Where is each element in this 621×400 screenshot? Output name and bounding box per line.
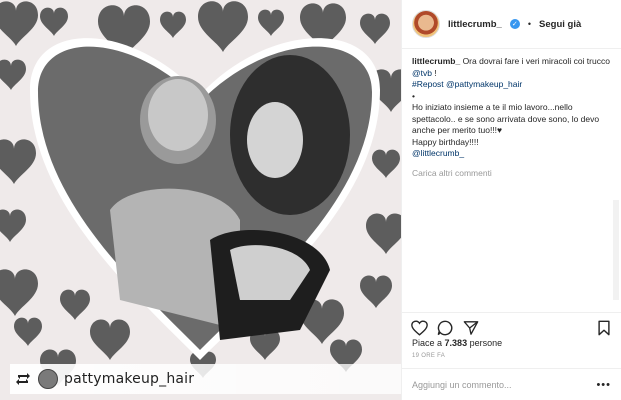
follow-button[interactable]: Segui già: [539, 19, 581, 30]
caption-birthday: Happy birthday!!!!: [412, 136, 479, 147]
share-icon[interactable]: [462, 319, 480, 337]
likes-prefix: Piace a: [412, 338, 443, 348]
caption-line1: Ora dovrai fare i veri miracoli coi truc…: [462, 56, 610, 66]
bookmark-icon[interactable]: [595, 319, 613, 337]
repost-credit: pattymakeup_hair: [10, 364, 401, 394]
comment-icon[interactable]: [436, 319, 454, 337]
more-options-icon[interactable]: •••: [596, 379, 611, 391]
caption-bullet: •: [412, 90, 415, 101]
verified-badge-icon: ✓: [509, 19, 520, 29]
credit-username: pattymakeup_hair: [64, 371, 195, 387]
repost-icon: [14, 370, 32, 388]
mention-tvb[interactable]: @tvb: [412, 68, 432, 78]
scrollbar[interactable]: [613, 200, 619, 300]
credit-avatar: [38, 369, 58, 389]
likes-count[interactable]: Piace a 7.383 persone: [412, 338, 502, 348]
repost-hashtag[interactable]: #Repost @pattymakeup_hair: [412, 79, 522, 89]
post-photo[interactable]: pattymakeup_hair: [0, 0, 401, 400]
post-side-panel: littlecrumb_ ✓ • Segui già littlecrumb_ …: [401, 0, 621, 400]
caption-line1-end: !: [434, 67, 437, 78]
likes-suffix: persone: [469, 338, 503, 348]
like-heart-icon[interactable]: [410, 319, 428, 337]
hearts-background: [0, 0, 401, 400]
comment-input[interactable]: [412, 379, 562, 390]
mention-signoff[interactable]: @littlecrumb_: [412, 148, 464, 158]
likes-number: 7.383: [444, 338, 468, 348]
load-more-comments[interactable]: Carica altri commenti: [412, 168, 611, 180]
avatar[interactable]: [412, 10, 440, 38]
comments-area: littlecrumb_ Ora dovrai fare i veri mira…: [412, 56, 611, 304]
add-comment-bar: •••: [402, 368, 621, 400]
post-timestamp[interactable]: 19 ORE FA: [412, 353, 445, 359]
post-header: littlecrumb_ ✓ • Segui già: [402, 0, 621, 49]
caption-body: Ho iniziato insieme a te il mio lavoro..…: [412, 102, 600, 135]
caption-username[interactable]: littlecrumb_: [412, 56, 460, 66]
caption: littlecrumb_ Ora dovrai fare i veri mira…: [412, 56, 611, 160]
separator-dot: •: [527, 19, 532, 29]
header-username[interactable]: littlecrumb_: [448, 19, 502, 30]
